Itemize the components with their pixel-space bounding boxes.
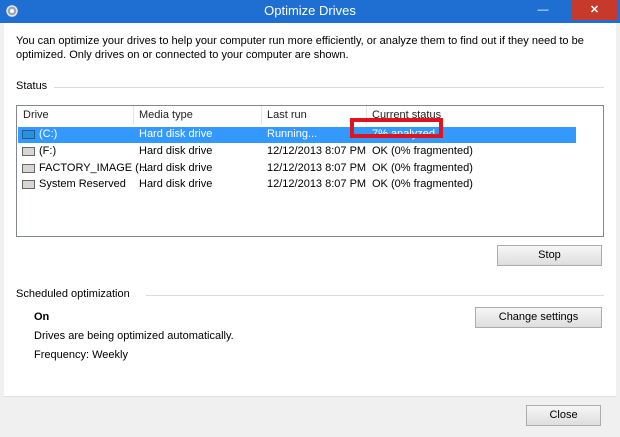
status-section-label: Status [16,80,48,92]
title-bar: Optimize Drives — ✕ [0,0,620,23]
windows-drive-icon [22,130,35,139]
column-separator[interactable] [133,106,134,124]
current-status: OK (0% fragmented) [372,145,473,157]
last-run: 12/12/2013 8:07 PM [267,145,367,157]
window-title: Optimize Drives [264,3,356,18]
status-divider [54,87,604,88]
current-status: OK (0% fragmented) [372,178,473,190]
close-button[interactable]: Close [526,405,601,426]
drive-name: System Reserved [39,178,126,190]
column-header-drive[interactable]: Drive [23,109,49,121]
hard-drive-icon [22,164,35,173]
intro-text: You can optimize your drives to help you… [16,35,584,61]
hard-drive-icon [22,147,35,156]
stop-button[interactable]: Stop [497,245,602,266]
table-row[interactable]: (C:) Hard disk drive Running... 7% analy… [18,127,576,143]
last-run: 12/12/2013 8:07 PM [267,162,367,174]
schedule-state: On [34,311,50,323]
media-type: Hard disk drive [139,178,213,190]
hard-drive-icon [22,180,35,189]
table-row[interactable]: FACTORY_IMAGE (... Hard disk drive 12/12… [18,161,576,177]
status-highlight-box [350,118,443,138]
scheduled-divider [146,295,604,296]
media-type: Hard disk drive [139,145,213,157]
scheduled-section-label: Scheduled optimization [16,288,130,300]
column-separator[interactable] [261,106,262,124]
minimize-icon[interactable]: — [530,0,556,20]
change-settings-button[interactable]: Change settings [475,307,602,328]
drive-name: (C:) [39,128,58,140]
table-row[interactable]: (F:) Hard disk drive 12/12/2013 8:07 PM … [18,144,576,160]
drives-table[interactable]: Drive Media type Last run Current status… [16,105,604,237]
current-status: OK (0% fragmented) [372,162,473,174]
schedule-frequency: Frequency: Weekly [34,349,128,361]
dialog-footer: Close [4,396,616,434]
media-type: Hard disk drive [139,162,213,174]
media-type: Hard disk drive [139,128,213,140]
last-run: 12/12/2013 8:07 PM [267,178,367,190]
column-header-last-run[interactable]: Last run [267,109,307,121]
drive-name: (F:) [39,145,57,157]
dialog-body: You can optimize your drives to help you… [4,23,616,434]
close-icon[interactable]: ✕ [572,0,617,20]
drive-name: FACTORY_IMAGE (... [39,162,149,174]
table-row[interactable]: System Reserved Hard disk drive 12/12/20… [18,177,576,193]
schedule-description: Drives are being optimized automatically… [34,330,234,342]
column-header-media-type[interactable]: Media type [139,109,193,121]
last-run: Running... [267,128,318,140]
